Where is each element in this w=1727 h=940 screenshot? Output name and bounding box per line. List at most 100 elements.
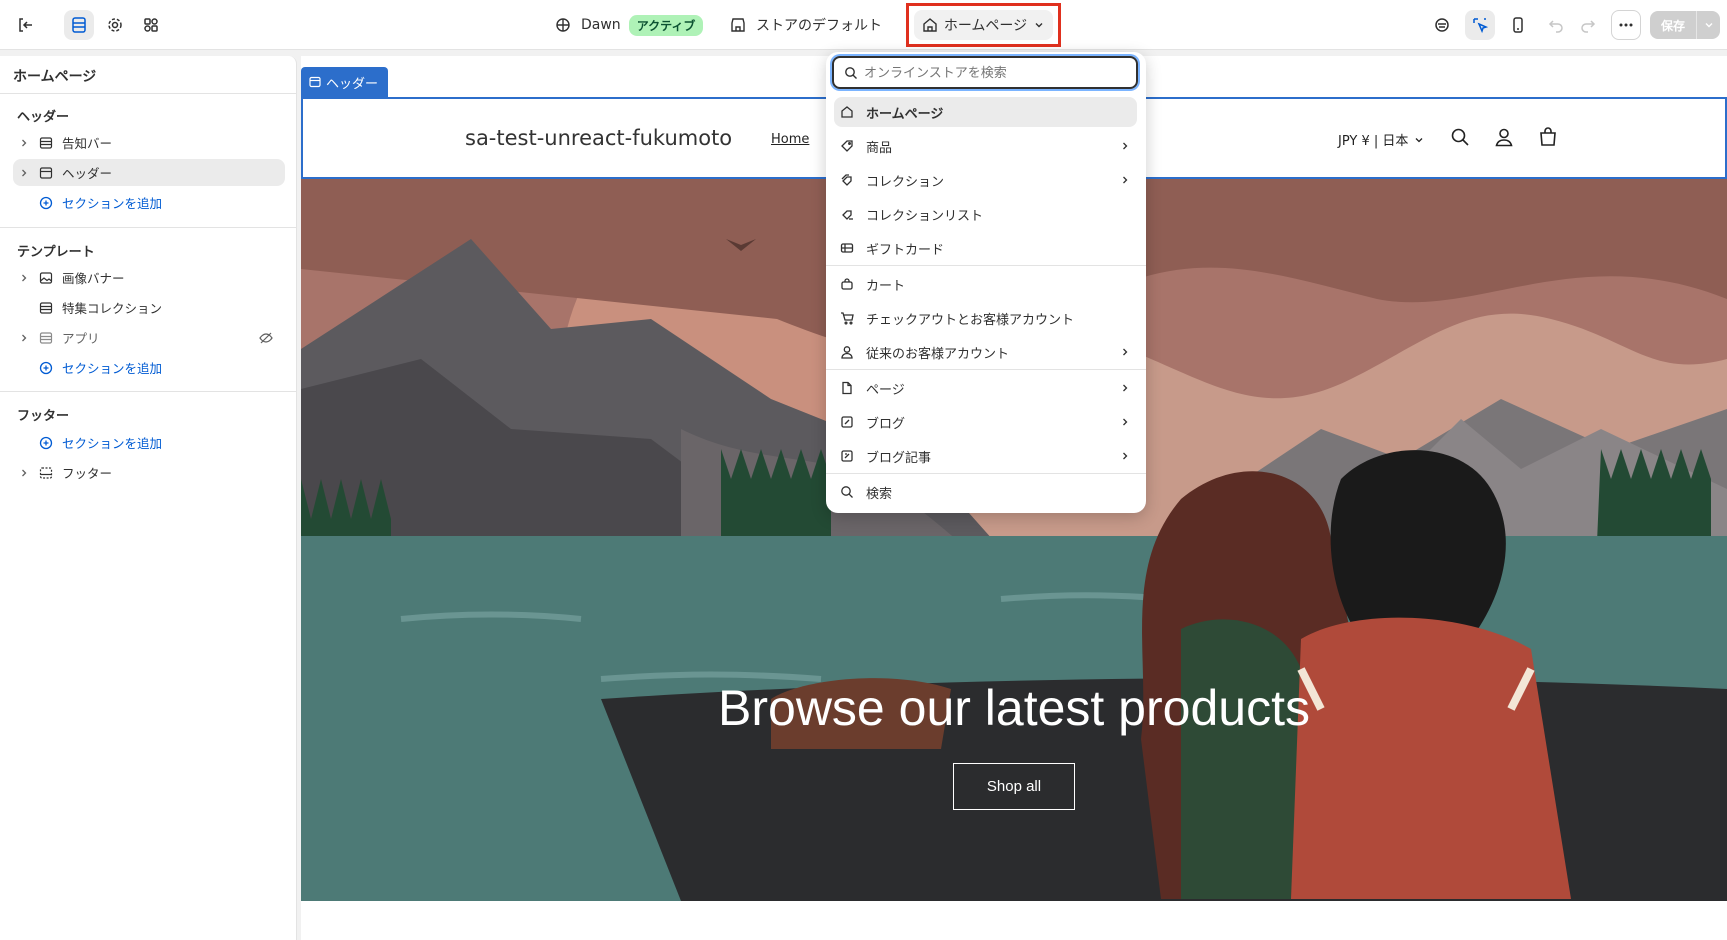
chevron-right-icon	[1113, 383, 1137, 393]
menu-item-home[interactable]: ホームページ	[834, 97, 1137, 127]
sidebar-title: ホームページ	[13, 69, 97, 85]
sections-icon[interactable]	[64, 10, 94, 40]
menu-item-label: ブログ	[866, 416, 906, 432]
sidebar-item-label: 特集コレクション	[62, 301, 163, 316]
page-dropdown: ホームページ 商品 コレクション コレクションリスト ギフトカード カート チェ…	[826, 52, 1146, 513]
menu-item-label: ブログ記事	[866, 450, 932, 466]
menu-item-legacy-accounts[interactable]: 従来のお客様アカウント	[834, 337, 1137, 367]
menu-item-cart[interactable]: カート	[834, 269, 1137, 299]
nav-link-home[interactable]: Home	[771, 132, 809, 147]
menu-item-search[interactable]: 検索	[834, 477, 1137, 507]
sidebar-item-announcement-bar[interactable]: 告知バー	[13, 129, 285, 156]
save-button[interactable]: 保存	[1650, 11, 1720, 39]
menu-item-collection-list[interactable]: コレクションリスト	[834, 199, 1137, 229]
menu-item-label: コレクションリスト	[866, 208, 984, 224]
divider	[826, 473, 1146, 474]
search-icon[interactable]	[1448, 125, 1472, 149]
group-heading-template: テンプレート	[17, 245, 95, 260]
add-section-button[interactable]: セクションを追加	[13, 189, 285, 216]
blog-icon	[834, 415, 860, 429]
gear-icon[interactable]	[100, 10, 130, 40]
search-input[interactable]	[864, 65, 1114, 80]
currency-label: JPY ¥ | 日本	[1338, 134, 1409, 149]
chevron-right-icon	[1113, 417, 1137, 427]
chevron-down-icon[interactable]	[1696, 11, 1720, 39]
menu-item-label: コレクション	[866, 174, 945, 190]
chevron-right-icon[interactable]	[13, 138, 35, 148]
chevron-right-icon[interactable]	[13, 168, 35, 178]
add-section-label: セクションを追加	[62, 196, 163, 211]
preview-inspector-icon[interactable]	[1427, 10, 1457, 40]
plus-circle-icon	[35, 361, 57, 375]
apps-icon[interactable]	[136, 10, 166, 40]
collection-icon	[834, 173, 860, 187]
eye-hidden-icon[interactable]	[259, 331, 273, 348]
menu-item-pages[interactable]: ページ	[834, 373, 1137, 403]
add-section-button[interactable]: セクションを追加	[13, 354, 285, 381]
page-selector[interactable]: ホームページ	[906, 3, 1061, 47]
select-cursor-icon[interactable]	[1465, 10, 1495, 40]
menu-item-blog[interactable]: ブログ	[834, 407, 1137, 437]
home-icon	[923, 18, 937, 32]
bag-icon	[834, 277, 860, 291]
menu-item-products[interactable]: 商品	[834, 131, 1137, 161]
account-icon[interactable]	[1492, 125, 1516, 149]
header-section-icon	[35, 166, 57, 180]
page-icon	[834, 381, 860, 395]
more-options-icon[interactable]	[1611, 10, 1641, 40]
undo-icon[interactable]	[1541, 10, 1571, 40]
store-default-label: ストアのデフォルト	[756, 18, 882, 34]
chevron-right-icon[interactable]	[13, 273, 35, 283]
page-selector-label: ホームページ	[943, 18, 1028, 34]
mobile-icon[interactable]	[1503, 10, 1533, 40]
cart-icon	[834, 311, 860, 325]
sidebar-item-apps[interactable]: アプリ	[13, 324, 285, 351]
menu-item-label: カート	[866, 278, 906, 294]
divider	[826, 369, 1146, 370]
sidebar-item-featured-collection[interactable]: 特集コレクション	[13, 294, 285, 321]
search-icon	[834, 485, 860, 499]
store-default-selector[interactable]: ストアのデフォルト	[730, 12, 882, 38]
top-bar: Dawn アクティブ ストアのデフォルト ホームページ 保存	[0, 0, 1727, 50]
sidebar-item-image-banner[interactable]: 画像バナー	[13, 264, 285, 291]
footer-section-icon	[35, 466, 57, 480]
shop-all-button[interactable]: Shop all	[953, 763, 1075, 810]
divider	[0, 391, 297, 392]
hero-title: Browse our latest products	[718, 680, 1310, 736]
menu-item-checkout[interactable]: チェックアウトとお客様アカウント	[834, 303, 1137, 333]
tag-icon	[834, 139, 860, 153]
menu-item-label: ホームページ	[866, 106, 944, 122]
section-icon	[35, 301, 57, 315]
chevron-right-icon	[1113, 175, 1137, 185]
section-tag[interactable]: ヘッダー	[301, 67, 389, 97]
menu-item-label: 検索	[866, 486, 893, 502]
menu-item-blog-post[interactable]: ブログ記事	[834, 441, 1137, 471]
sidebar-item-footer[interactable]: フッター	[13, 459, 285, 486]
theme-name: Dawn	[581, 17, 621, 33]
menu-item-label: チェックアウトとお客様アカウント	[866, 312, 1075, 328]
chevron-right-icon[interactable]	[13, 333, 35, 343]
gift-card-icon	[834, 241, 860, 255]
person-icon	[834, 345, 860, 359]
chevron-right-icon	[1113, 451, 1137, 461]
search-field[interactable]	[832, 56, 1138, 89]
header-section-icon	[309, 76, 321, 88]
sidebar-item-header[interactable]: ヘッダー	[13, 159, 285, 186]
menu-item-label: ギフトカード	[866, 242, 945, 258]
sidebar-item-label: フッター	[62, 466, 113, 481]
chevron-right-icon[interactable]	[13, 468, 35, 478]
currency-selector[interactable]: JPY ¥ | 日本	[1338, 130, 1424, 149]
exit-icon[interactable]	[10, 10, 40, 40]
section-tag-label: ヘッダー	[326, 76, 379, 92]
menu-item-collections[interactable]: コレクション	[834, 165, 1137, 195]
menu-item-label: 従来のお客様アカウント	[866, 346, 1010, 362]
store-logo-text[interactable]: sa-test-unreact-fukumoto	[465, 126, 732, 150]
theme-selector[interactable]: Dawn アクティブ	[555, 12, 704, 38]
menu-item-gift-card[interactable]: ギフトカード	[834, 233, 1137, 263]
group-heading-footer: フッター	[17, 409, 70, 424]
add-section-button[interactable]: セクションを追加	[13, 429, 285, 456]
redo-icon[interactable]	[1573, 10, 1603, 40]
sidebar-item-label: 画像バナー	[62, 271, 125, 286]
chevron-right-icon	[1113, 141, 1137, 151]
cart-icon[interactable]	[1536, 125, 1560, 149]
